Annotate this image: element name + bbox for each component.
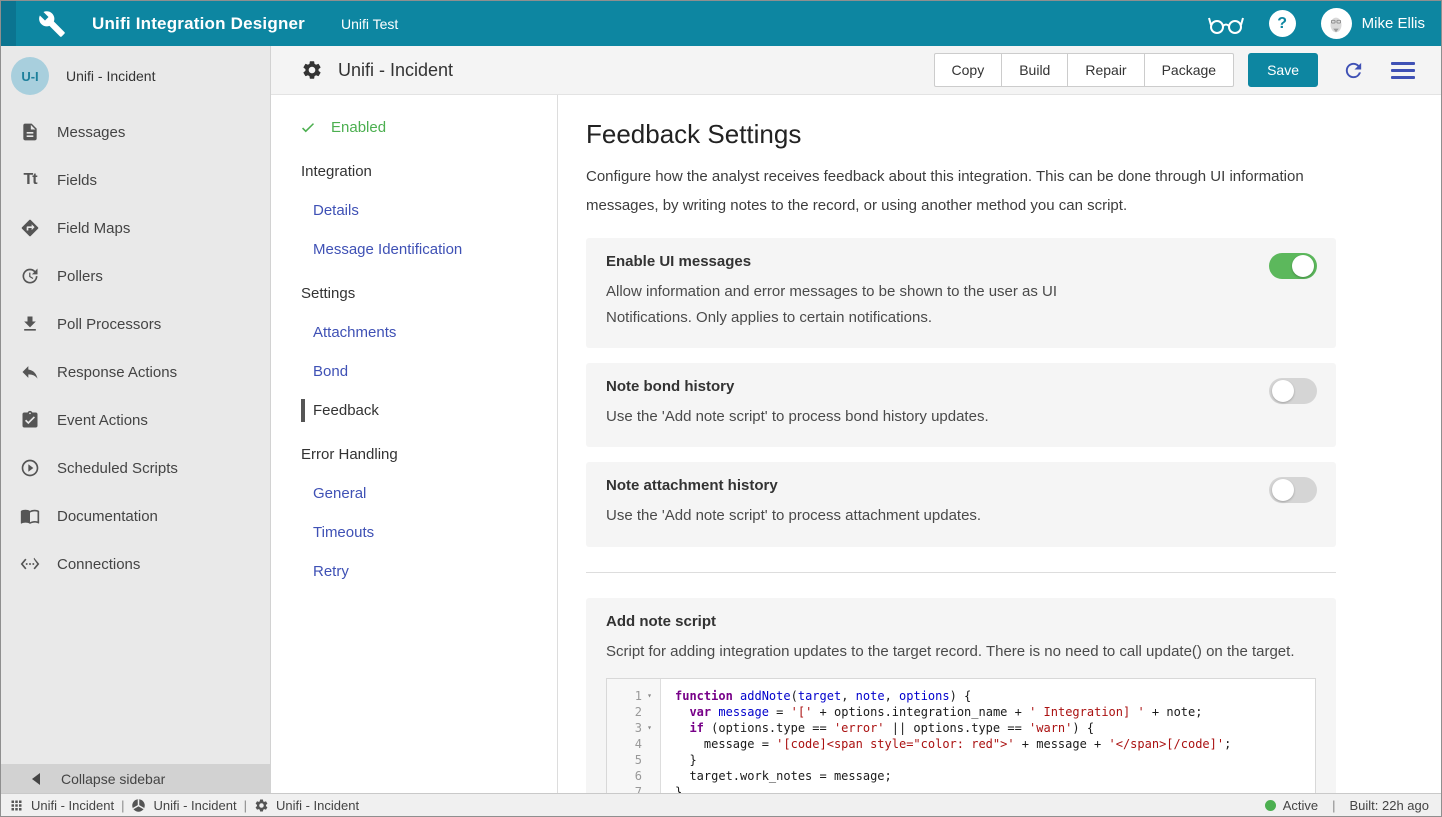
card-add-note-script: Add note script Script for adding integr… — [586, 598, 1336, 794]
app-window: Unifi Integration Designer Unifi Test ? — [1, 1, 1441, 816]
refresh-icon[interactable] — [1342, 59, 1365, 82]
integration-sphere-icon — [131, 798, 146, 813]
built-time-label: Built: 22h ago — [1349, 798, 1429, 813]
subnav-section-error-handling: Error Handling — [271, 446, 557, 463]
sidebar-nav: Messages Tt Fields Field Maps Pollers Po… — [1, 108, 270, 588]
header-right-tools: ? Mike Ellis — [1208, 8, 1441, 39]
statusbar-right: Active | Built: 22h ago — [1265, 798, 1429, 813]
preview-glasses-icon[interactable] — [1208, 12, 1244, 36]
page-title: Feedback Settings — [586, 119, 1441, 150]
header-left-accent — [1, 1, 16, 46]
subnav-link-feedback[interactable]: Feedback — [271, 402, 557, 419]
sidebar-item-pollers[interactable]: Pollers — [1, 252, 270, 300]
content-area: Enabled Integration Details Message Iden… — [271, 95, 1441, 793]
subnav-link-bond[interactable]: Bond — [271, 363, 557, 380]
package-button[interactable]: Package — [1144, 53, 1234, 87]
gear-icon — [254, 798, 269, 813]
workspace: Unifi - Incident Copy Build Repair Packa… — [271, 46, 1441, 793]
subnav-link-retry[interactable]: Retry — [271, 563, 557, 580]
sidebar-item-poll-processors[interactable]: Poll Processors — [1, 300, 270, 348]
toolbar-actions: Copy Build Repair Package Save — [934, 53, 1423, 87]
user-name: Mike Ellis — [1362, 15, 1425, 32]
note-attachment-history-toggle[interactable] — [1269, 477, 1317, 503]
check-icon — [299, 118, 317, 136]
sidebar-item-connections[interactable]: Connections — [1, 540, 270, 588]
update-clock-icon — [18, 264, 42, 288]
page-description: Configure how the analyst receives feedb… — [586, 162, 1341, 221]
code-editor[interactable]: 1▾23▾4567 function addNote(target, note,… — [606, 678, 1316, 793]
card-note-bond-history: Note bond history Use the 'Add note scri… — [586, 363, 1336, 447]
sidebar-item-field-maps[interactable]: Field Maps — [1, 204, 270, 252]
record-title: Unifi - Incident — [338, 60, 453, 81]
play-circle-icon — [18, 456, 42, 480]
apps-grid-icon — [9, 798, 24, 813]
user-menu[interactable]: Mike Ellis — [1321, 8, 1425, 39]
card-enable-ui-messages: Enable UI messages Allow information and… — [586, 238, 1336, 349]
status-bar: Unifi - Incident | Unifi - Incident | Un… — [1, 793, 1441, 816]
sidebar-item-response-actions[interactable]: Response Actions — [1, 348, 270, 396]
action-button-group: Copy Build Repair Package — [934, 53, 1235, 87]
active-status-dot — [1265, 800, 1276, 811]
integration-name: Unifi - Incident — [66, 68, 155, 84]
statusbar-app-1[interactable]: Unifi - Incident — [9, 798, 114, 813]
statusbar-app-2[interactable]: Unifi - Incident — [131, 798, 236, 813]
gear-icon — [301, 59, 323, 81]
user-avatar-icon — [1321, 8, 1352, 39]
code-gutter: 1▾23▾4567 — [607, 679, 661, 793]
collapse-arrow-icon — [32, 773, 40, 785]
directions-icon — [18, 216, 42, 240]
active-status-label: Active — [1283, 798, 1318, 813]
save-button[interactable]: Save — [1248, 53, 1318, 87]
record-toolbar: Unifi - Incident Copy Build Repair Packa… — [271, 46, 1441, 95]
enabled-status: Enabled — [271, 118, 557, 136]
feedback-settings-panel: Feedback Settings Configure how the anal… — [558, 95, 1441, 793]
note-bond-history-toggle[interactable] — [1269, 378, 1317, 404]
top-header-bar: Unifi Integration Designer Unifi Test ? — [1, 1, 1441, 46]
statusbar-app-3[interactable]: Unifi - Incident — [254, 798, 359, 813]
card-note-attachment-history: Note attachment history Use the 'Add not… — [586, 462, 1336, 546]
statusbar-separator: | — [121, 798, 124, 813]
code-lines[interactable]: function addNote(target, note, options) … — [661, 679, 1315, 793]
sidebar-item-event-actions[interactable]: Event Actions — [1, 396, 270, 444]
repair-button[interactable]: Repair — [1067, 53, 1144, 87]
sidebar-item-documentation[interactable]: Documentation — [1, 492, 270, 540]
build-button[interactable]: Build — [1001, 53, 1068, 87]
open-book-icon — [18, 504, 42, 528]
settings-subnav: Enabled Integration Details Message Iden… — [271, 95, 558, 793]
reply-arrow-icon — [18, 360, 42, 384]
sidebar-item-fields[interactable]: Tt Fields — [1, 156, 270, 204]
subnav-link-details[interactable]: Details — [271, 202, 557, 219]
subnav-section-settings: Settings — [271, 285, 557, 302]
document-icon — [18, 120, 42, 144]
clipboard-check-icon — [18, 408, 42, 432]
sidebar-item-messages[interactable]: Messages — [1, 108, 270, 156]
wrench-icon[interactable] — [38, 10, 66, 38]
text-fields-icon: Tt — [18, 168, 42, 192]
help-icon[interactable]: ? — [1269, 10, 1296, 37]
section-divider — [586, 572, 1336, 573]
subnav-link-timeouts[interactable]: Timeouts — [271, 524, 557, 541]
settings-cards: Enable UI messages Allow information and… — [586, 238, 1336, 794]
collapse-sidebar-button[interactable]: Collapse sidebar — [1, 764, 270, 793]
integration-avatar: U-I — [11, 57, 49, 95]
ethernet-code-icon — [18, 552, 42, 576]
menu-icon[interactable] — [1391, 62, 1415, 79]
integration-header[interactable]: U-I Unifi - Incident — [1, 46, 270, 108]
environment-label[interactable]: Unifi Test — [341, 16, 398, 32]
statusbar-separator: | — [1332, 798, 1335, 813]
subnav-section-integration: Integration — [271, 163, 557, 180]
download-icon — [18, 312, 42, 336]
enabled-label: Enabled — [331, 119, 386, 136]
left-sidebar: U-I Unifi - Incident Messages Tt Fields … — [1, 46, 271, 793]
enable-ui-messages-toggle[interactable] — [1269, 253, 1317, 279]
sidebar-item-scheduled-scripts[interactable]: Scheduled Scripts — [1, 444, 270, 492]
statusbar-separator: | — [244, 798, 247, 813]
subnav-link-message-identification[interactable]: Message Identification — [271, 241, 557, 258]
subnav-link-general[interactable]: General — [271, 485, 557, 502]
main-frame: U-I Unifi - Incident Messages Tt Fields … — [1, 46, 1441, 793]
copy-button[interactable]: Copy — [934, 53, 1003, 87]
app-title: Unifi Integration Designer — [92, 14, 305, 34]
subnav-link-attachments[interactable]: Attachments — [271, 324, 557, 341]
